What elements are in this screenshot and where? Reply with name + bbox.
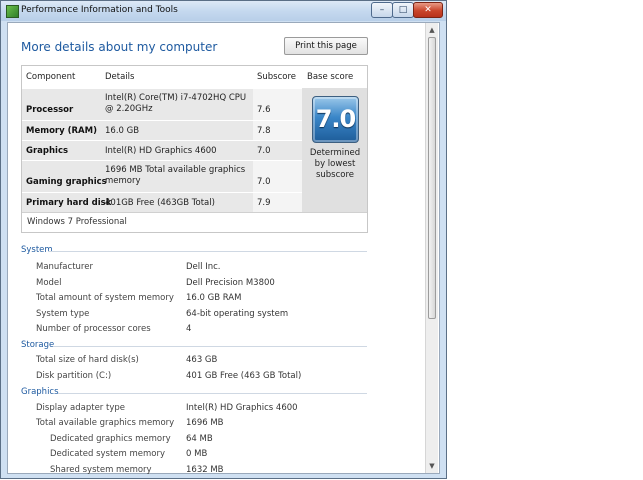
component-subscore: 7.8 xyxy=(257,126,271,136)
component-label: Processor xyxy=(26,105,74,115)
detail-value: 64-bit operating system xyxy=(186,309,289,319)
operating-system-label: Windows 7 Professional xyxy=(22,212,367,232)
minimize-button[interactable]: – xyxy=(371,2,393,18)
component-subscore: 7.9 xyxy=(257,198,271,208)
detail-value: 4 xyxy=(186,324,192,334)
component-details: Intel(R) Core(TM) i7-4702HQ CPU @ 2.20GH… xyxy=(105,93,247,114)
component-subscore: 7.0 xyxy=(257,146,271,156)
component-details: Intel(R) HD Graphics 4600 xyxy=(105,146,217,156)
detail-value: Dell Precision M3800 xyxy=(186,278,275,288)
detail-label: Disk partition (C:) xyxy=(36,371,112,381)
section-divider xyxy=(48,251,367,252)
detail-label: Display adapter type xyxy=(36,403,125,413)
score-row-gaming-graphics: Gaming graphics 1696 MB Total available … xyxy=(22,160,302,192)
print-page-button[interactable]: Print this page xyxy=(284,37,368,55)
column-header-component: Component xyxy=(26,72,76,82)
component-label: Memory (RAM) xyxy=(26,126,97,136)
base-score-badge: 7.0 xyxy=(312,96,359,143)
component-label: Primary hard disk xyxy=(26,198,112,208)
score-row-graphics: Graphics Intel(R) HD Graphics 4600 7.0 xyxy=(22,140,302,160)
scrollbar-thumb[interactable] xyxy=(428,37,436,319)
scroll-up-arrow-icon[interactable]: ▲ xyxy=(426,24,438,36)
performance-window: Performance Information and Tools – □ ✕ … xyxy=(0,0,447,479)
title-bar[interactable]: Performance Information and Tools – □ ✕ xyxy=(1,1,446,21)
content-area: More details about my computer Print thi… xyxy=(7,22,440,475)
section-title-storage: Storage xyxy=(21,340,55,350)
column-header-subscore: Subscore xyxy=(257,72,297,82)
base-score-note: Determined by lowest subscore xyxy=(309,148,361,180)
detail-label: Number of processor cores xyxy=(36,324,151,334)
section-divider xyxy=(58,393,367,394)
component-details: 401GB Free (463GB Total) xyxy=(105,198,215,208)
score-row-memory: Memory (RAM) 16.0 GB 7.8 xyxy=(22,120,302,140)
window-title: Performance Information and Tools xyxy=(21,5,178,15)
detail-label: Model xyxy=(36,278,62,288)
detail-label: Total available graphics memory xyxy=(36,418,175,428)
column-header-details: Details xyxy=(105,72,135,82)
section-divider xyxy=(53,346,367,347)
score-row-primary-hard-disk: Primary hard disk 401GB Free (463GB Tota… xyxy=(22,192,302,212)
detail-label: System type xyxy=(36,309,90,319)
score-table-header: Component Details Subscore Base score xyxy=(22,66,367,88)
page-title: More details about my computer xyxy=(21,40,218,54)
component-label: Graphics xyxy=(26,146,69,156)
detail-value: 0 MB xyxy=(186,449,208,459)
component-subscore: 7.0 xyxy=(257,177,271,187)
scroll-down-arrow-icon[interactable]: ▼ xyxy=(426,460,438,472)
component-details: 1696 MB Total available graphics memory xyxy=(105,165,246,186)
detail-value: 401 GB Free (463 GB Total) xyxy=(186,371,302,381)
detail-value: 1696 MB xyxy=(186,418,224,428)
detail-value: 1632 MB xyxy=(186,465,224,475)
component-subscore: 7.6 xyxy=(257,105,271,115)
score-row-processor: Processor Intel(R) Core(TM) i7-4702HQ CP… xyxy=(22,88,302,120)
detail-value: Intel(R) HD Graphics 4600 xyxy=(186,403,298,413)
detail-label: Total amount of system memory xyxy=(36,293,174,303)
component-details: 16.0 GB xyxy=(105,126,140,136)
score-table: Component Details Subscore Base score Pr… xyxy=(21,65,368,233)
close-button[interactable]: ✕ xyxy=(413,2,443,18)
detail-label: Total size of hard disk(s) xyxy=(36,355,139,365)
component-label: Gaming graphics xyxy=(26,177,107,187)
detail-value: 64 MB xyxy=(186,434,213,444)
detail-label: Manufacturer xyxy=(36,262,93,272)
performance-app-icon xyxy=(6,5,19,18)
section-title-system: System xyxy=(21,245,53,255)
detail-value: 16.0 GB RAM xyxy=(186,293,242,303)
detail-label: Dedicated system memory xyxy=(50,449,166,459)
detail-value: Dell Inc. xyxy=(186,262,221,272)
column-header-base-score: Base score xyxy=(307,72,354,82)
base-score-column: 7.0 Determined by lowest subscore xyxy=(302,88,367,212)
section-title-graphics: Graphics xyxy=(21,387,59,397)
detail-label: Dedicated graphics memory xyxy=(50,434,171,444)
detail-value: 463 GB xyxy=(186,355,218,365)
vertical-scrollbar[interactable]: ▲ ▼ xyxy=(425,23,438,473)
detail-label: Shared system memory xyxy=(50,465,152,475)
maximize-button[interactable]: □ xyxy=(392,2,414,18)
